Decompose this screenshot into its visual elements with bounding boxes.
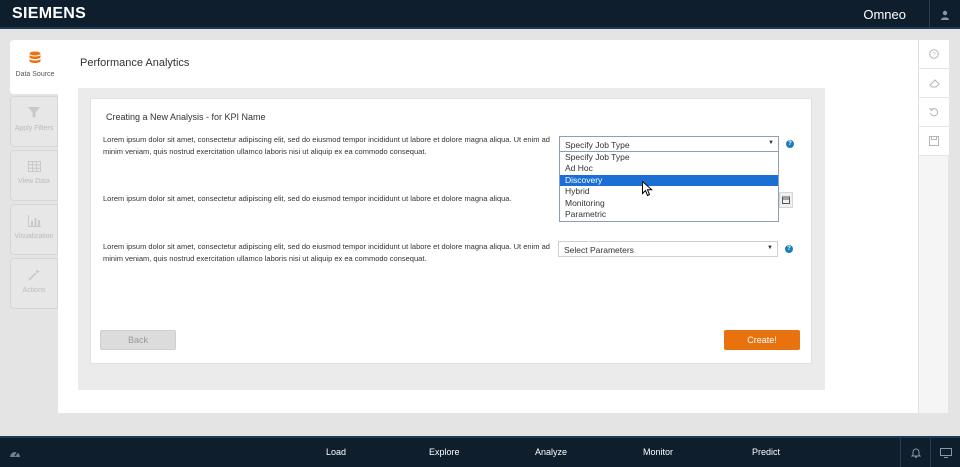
- nav-predict[interactable]: Predict: [752, 447, 780, 457]
- tab-actions[interactable]: Actions: [10, 258, 58, 309]
- back-button[interactable]: Back: [100, 330, 176, 350]
- tab-label: View Data: [18, 178, 50, 185]
- save-tool-button[interactable]: [919, 127, 949, 156]
- dropdown-option[interactable]: Parametric: [560, 209, 778, 220]
- tab-label: Actions: [22, 287, 46, 294]
- calendar-button[interactable]: [779, 192, 793, 208]
- nav-monitor[interactable]: Monitor: [643, 447, 673, 457]
- undo-tool-button[interactable]: [919, 98, 949, 127]
- row2-description: Lorem ipsum dolor sit amet, consectetur …: [103, 194, 512, 203]
- nav-analyze[interactable]: Analyze: [535, 447, 567, 457]
- dropdown-option-selected[interactable]: Discovery: [560, 174, 778, 187]
- calendar-icon: [782, 196, 790, 204]
- right-toolbar: ?: [918, 40, 949, 413]
- user-button[interactable]: [929, 0, 960, 29]
- siemens-logo: SIEMENS: [12, 5, 87, 22]
- row3-description: Lorem ipsum dolor sit amet, consectetur …: [103, 242, 550, 263]
- tab-data-source[interactable]: Data Source: [10, 40, 60, 94]
- nav-load[interactable]: Load: [326, 447, 346, 457]
- filter-icon: [28, 107, 40, 118]
- eraser-tool-button[interactable]: [919, 69, 949, 98]
- user-icon: [941, 10, 949, 20]
- form-title: Creating a New Analysis - for KPI Name: [106, 112, 266, 122]
- display-button[interactable]: [930, 438, 960, 467]
- chart-icon: [27, 215, 41, 227]
- create-button[interactable]: Create!: [724, 330, 800, 350]
- page-title: Performance Analytics: [80, 57, 190, 69]
- tab-visualization[interactable]: Visualization: [10, 204, 58, 255]
- tab-label: Visualization: [14, 233, 54, 240]
- job-type-dropdown: Specify Job Type Ad Hoc Discovery Hybrid…: [559, 152, 779, 222]
- tab-label: Apply Filters: [14, 125, 54, 132]
- analysis-form: Creating a New Analysis - for KPI Name L…: [90, 98, 812, 364]
- dropdown-option[interactable]: Specify Job Type: [560, 152, 778, 163]
- dropdown-option[interactable]: Monitoring: [560, 198, 778, 209]
- job-type-select[interactable]: Specify Job Type ▼: [559, 136, 779, 152]
- chevron-down-icon: ▼: [768, 140, 774, 146]
- wand-icon: [28, 269, 40, 281]
- dropdown-option[interactable]: Ad Hoc: [560, 163, 778, 174]
- help-icon[interactable]: ?: [786, 140, 794, 148]
- chevron-down-icon: ▼: [767, 245, 773, 251]
- parameters-select[interactable]: Select Parameters ▼: [558, 241, 778, 257]
- app-name: Omneo: [863, 7, 906, 22]
- help-tool-button[interactable]: ?: [919, 40, 949, 69]
- help-icon: ?: [929, 49, 939, 59]
- mouse-cursor-icon: [642, 181, 653, 197]
- bell-icon: [910, 448, 921, 458]
- undo-icon: [929, 107, 939, 117]
- nav-explore[interactable]: Explore: [429, 447, 460, 457]
- database-icon: [29, 51, 41, 63]
- table-icon: [27, 161, 41, 172]
- dropdown-option[interactable]: Hybrid: [560, 186, 778, 197]
- main-panel: Performance Analytics Creating a New Ana…: [58, 40, 918, 413]
- job-type-value: Specify Job Type: [565, 140, 630, 150]
- top-bar: SIEMENS Omneo: [0, 0, 960, 29]
- gauge-icon: [10, 451, 20, 457]
- eraser-icon: [928, 78, 940, 87]
- tab-view-data[interactable]: View Data: [10, 150, 58, 201]
- notifications-button[interactable]: [900, 438, 930, 467]
- save-icon: [929, 136, 939, 146]
- help-icon[interactable]: ?: [785, 245, 793, 253]
- row1-description: Lorem ipsum dolor sit amet, consectetur …: [103, 135, 550, 156]
- dashboard-button[interactable]: [0, 438, 30, 467]
- tab-label: Data Source: [15, 71, 55, 78]
- parameters-value: Select Parameters: [564, 245, 634, 255]
- monitor-icon: [939, 447, 952, 458]
- bottom-nav-bar: Load Explore Analyze Monitor Predict: [0, 436, 960, 467]
- tab-apply-filters[interactable]: Apply Filters: [10, 96, 58, 147]
